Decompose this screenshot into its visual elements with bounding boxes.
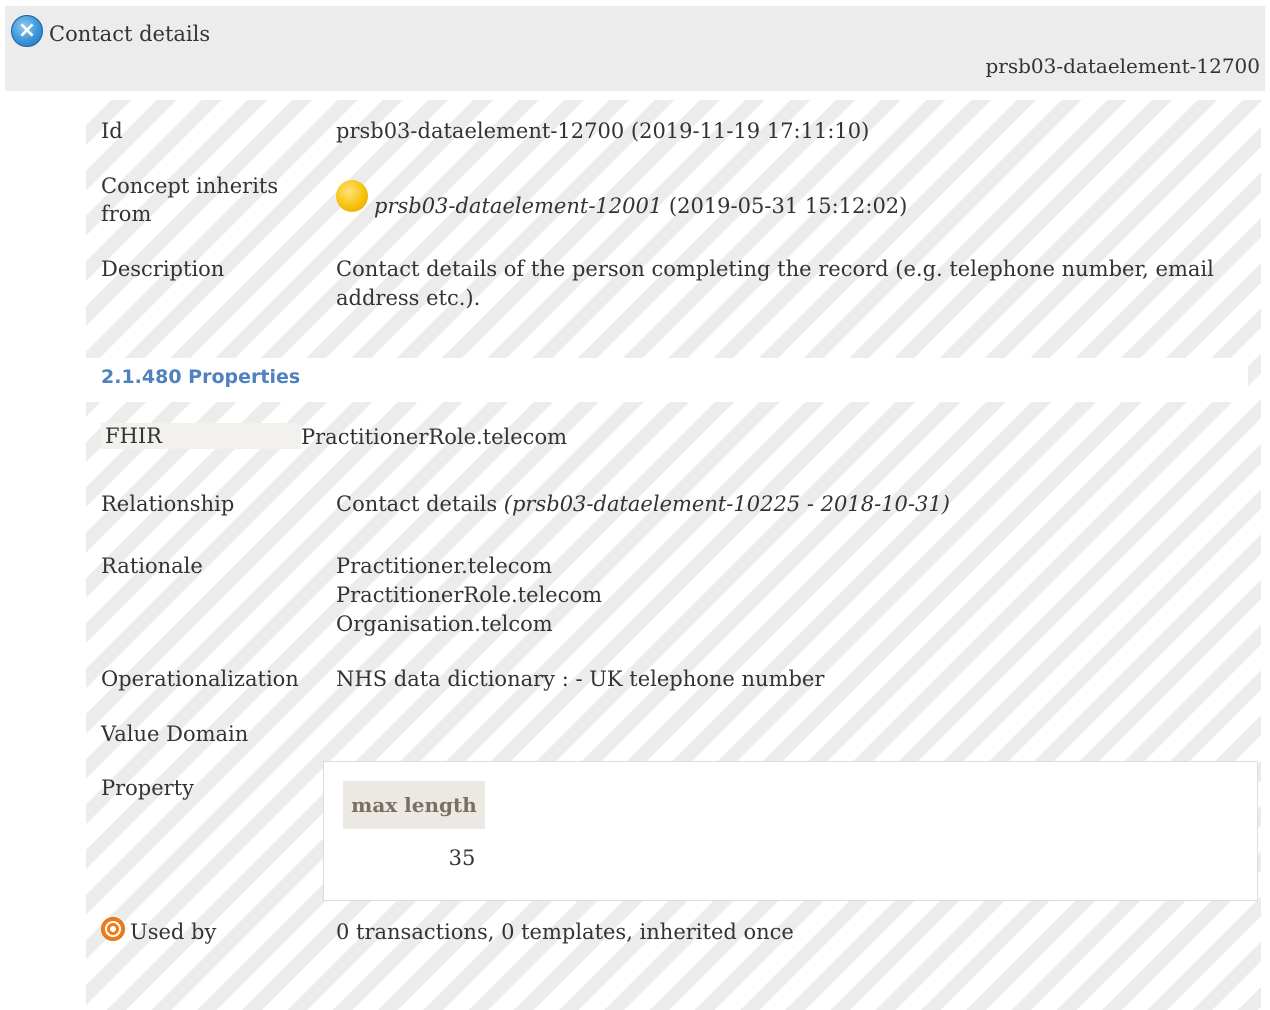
fhir-label: FHIR <box>101 423 301 449</box>
rationale-line-2: PractitionerRole.telecom <box>336 583 602 607</box>
max-length-header: max length <box>343 781 485 829</box>
property-table: max length 35 <box>323 761 1258 901</box>
max-length-value: 35 <box>448 846 476 870</box>
properties-heading-text: 2.1.480 Properties <box>101 366 301 388</box>
property-label: Property <box>101 776 195 800</box>
inherits-label-line2: from <box>101 202 152 226</box>
relationship-label: Relationship <box>101 492 235 516</box>
rationale-line-3: Organisation.telcom <box>336 612 553 636</box>
page-title: Contact details <box>49 22 211 46</box>
relationship-value: Contact details (prsb03-dataelement-1022… <box>336 490 950 518</box>
concept-details: Id prsb03-dataelement-12700 (2019-11-19 … <box>86 100 1261 1010</box>
operationalization-label: Operationalization <box>101 667 299 691</box>
rationale-label: Rationale <box>101 554 203 578</box>
rationale-line-1: Practitioner.telecom <box>336 554 553 578</box>
target-icon[interactable] <box>101 917 125 941</box>
inherits-label-line1: Concept inherits <box>101 174 279 198</box>
inherits-date: (2019-05-31 15:12:02) <box>668 194 908 218</box>
properties-heading: 2.1.480 Properties <box>86 358 1248 402</box>
relationship-name: Contact details <box>336 492 498 516</box>
description-line2: address etc.). <box>336 286 481 310</box>
description-label: Description <box>101 257 225 281</box>
used-by-label: Used by <box>130 920 217 944</box>
description-line1: Contact details of the person completing… <box>336 257 1214 281</box>
value-domain-label: Value Domain <box>101 722 249 746</box>
id-value: prsb03-dataelement-12700 (2019-11-19 17:… <box>336 119 870 143</box>
operationalization-value: NHS data dictionary : - UK telephone num… <box>336 667 825 691</box>
close-icon[interactable]: × <box>11 15 43 47</box>
concept-id: prsb03-dataelement-12700 <box>985 54 1261 78</box>
relationship-ref[interactable]: (prsb03-dataelement-10225 - 2018-10-31) <box>504 492 950 516</box>
inherits-link[interactable]: prsb03-dataelement-12001 <box>374 194 662 218</box>
sun-icon <box>336 180 368 212</box>
inherits-value: prsb03-dataelement-12001 (2019-05-31 15:… <box>374 192 907 220</box>
fhir-value: PractitionerRole.telecom <box>301 425 567 449</box>
page-header: × Contact details prsb03-dataelement-127… <box>5 6 1265 91</box>
used-by-value: 0 transactions, 0 templates, inherited o… <box>336 920 794 944</box>
id-label: Id <box>101 119 123 143</box>
